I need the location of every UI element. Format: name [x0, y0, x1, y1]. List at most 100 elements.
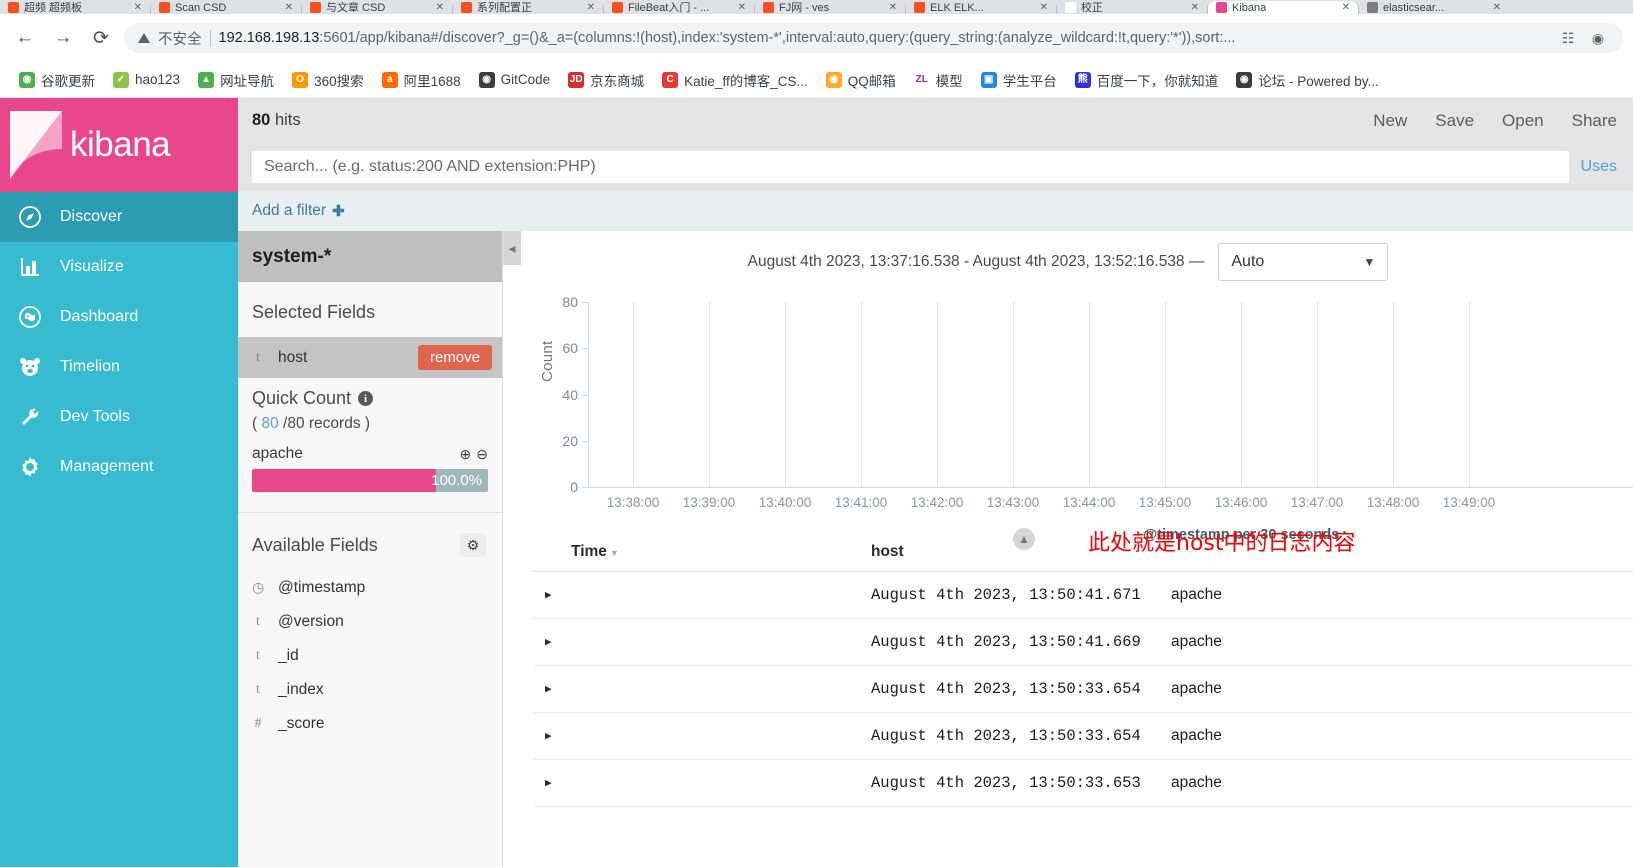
bookmark-item[interactable]: ▣ 学生平台 [972, 67, 1066, 93]
available-field-row[interactable]: t _id [238, 639, 502, 673]
magnify-minus-icon[interactable]: ⊖ [476, 446, 488, 463]
close-icon[interactable]: ✕ [1342, 2, 1350, 13]
tab-favicon-icon [1216, 2, 1227, 13]
bookmark-label: 谷歌更新 [41, 73, 95, 89]
bookmark-item[interactable]: ◉ GitCode [470, 69, 560, 91]
bookmark-item[interactable]: ◉ QQ邮箱 [817, 67, 905, 93]
translate-icon[interactable]: ☷ [1557, 27, 1579, 49]
save-button[interactable]: Save [1435, 111, 1474, 131]
bookmark-item[interactable]: ▲ 网址导航 [189, 67, 283, 93]
sidebar-item-dashboard[interactable]: Dashboard [0, 292, 238, 342]
share-button[interactable]: Share [1572, 111, 1617, 131]
extension-icon[interactable]: ◉ [1587, 27, 1609, 49]
expand-row-caret-icon[interactable]: ▶ [533, 759, 871, 807]
y-axis-tick-label: 40 [562, 386, 578, 403]
reload-icon[interactable]: ⟳ [86, 23, 116, 53]
browser-tab[interactable]: 超频 超频板 ✕ [0, 1, 150, 14]
bucket-percent-label: 100.0% [431, 472, 482, 489]
close-icon[interactable]: ✕ [889, 2, 897, 13]
sidebar-item-timelion[interactable]: Timelion [0, 342, 238, 392]
bookmark-label: 模型 [935, 73, 963, 89]
bookmark-item[interactable]: ◉ 谷歌更新 [10, 67, 104, 93]
close-icon[interactable]: ✕ [134, 2, 142, 13]
available-field-row[interactable]: ◷ @timestamp [238, 571, 502, 605]
close-icon[interactable]: ✕ [587, 2, 595, 13]
available-field-row[interactable]: # _score [238, 707, 502, 741]
forward-arrow-icon[interactable]: → [48, 23, 78, 53]
chevron-up-icon[interactable]: ▲ [1013, 528, 1035, 550]
table-row[interactable]: ▶ August 4th 2023, 13:50:33.654 apache [533, 712, 1633, 760]
expand-row-caret-icon[interactable]: ▶ [533, 665, 871, 713]
hao123-icon: ✓ [113, 71, 129, 88]
available-field-row[interactable]: t @version [238, 605, 502, 639]
hits-count: 80 hits [252, 111, 301, 130]
sidebar-item-dev-tools[interactable]: Dev Tools [0, 392, 238, 442]
browser-tab[interactable]: Kibana ✕ [1208, 1, 1358, 14]
doc-table-head: Time ▾ host [533, 537, 1633, 572]
close-icon[interactable]: ✕ [1040, 2, 1048, 13]
table-row[interactable]: ▶ August 4th 2023, 13:50:41.671 apache [533, 571, 1633, 619]
close-icon[interactable]: ✕ [436, 2, 444, 13]
browser-tab[interactable]: 系列配置正 ✕ [453, 1, 603, 14]
expand-row-caret-icon[interactable]: ▶ [533, 618, 871, 666]
table-row[interactable]: ▶ August 4th 2023, 13:50:33.654 apache [533, 665, 1633, 713]
x-axis-grid-line [1165, 302, 1166, 487]
address-bar[interactable]: 不安全 192.168.198.13:5601/app/kibana#/disc… [124, 23, 1623, 53]
selected-field-row[interactable]: t host remove [238, 337, 502, 378]
available-field-row[interactable]: t _index [238, 673, 502, 707]
uses-link[interactable]: Uses [1581, 158, 1617, 176]
open-button[interactable]: Open [1502, 111, 1544, 131]
magnify-plus-icon[interactable]: ⊕ [460, 446, 472, 463]
forum-icon: ◉ [1236, 71, 1253, 88]
bookmark-label: QQ邮箱 [847, 73, 896, 89]
bookmark-item[interactable]: O 360搜索 [283, 67, 373, 93]
sidebar-item-management[interactable]: Management [0, 442, 238, 492]
close-icon[interactable]: ✕ [738, 2, 746, 13]
browser-tab[interactable]: 校正 ✕ [1057, 1, 1207, 14]
gear-icon[interactable]: ⚙ [460, 533, 486, 557]
new-button[interactable]: New [1373, 111, 1407, 131]
table-row[interactable]: ▶ August 4th 2023, 13:50:33.653 apache [533, 759, 1633, 807]
bookmark-item[interactable]: ✓ hao123 [104, 69, 189, 91]
info-icon[interactable]: i [358, 391, 374, 406]
chevron-left-icon[interactable]: ◂ [503, 231, 521, 265]
browser-tab[interactable]: 与文章 CSD ✕ [302, 1, 452, 14]
sort-caret-icon[interactable]: ▾ [612, 548, 617, 559]
browser-tab[interactable]: elasticsear... ✕ [1359, 1, 1509, 14]
expand-row-caret-icon[interactable]: ▶ [533, 712, 871, 760]
bookmark-item[interactable]: JD 京东商城 [559, 67, 653, 93]
close-icon[interactable]: ✕ [1493, 2, 1501, 13]
bookmark-item[interactable]: a 阿里1688 [373, 67, 470, 93]
index-pattern-selector[interactable]: system-* [238, 231, 502, 282]
sidebar-item-label: Visualize [60, 258, 124, 275]
close-icon[interactable]: ✕ [1191, 2, 1199, 13]
back-arrow-icon[interactable]: ← [10, 23, 40, 53]
x-axis-grid-line [709, 302, 710, 487]
expand-row-caret-icon[interactable]: ▶ [533, 571, 871, 619]
search-input[interactable] [252, 151, 1569, 183]
browser-tab[interactable]: FJ网 - ves ✕ [755, 1, 905, 14]
bookmark-item[interactable]: C Katie_ff的博客_CS... [653, 67, 817, 93]
bookmark-item[interactable]: 熊百度一下，你就知道 [1066, 67, 1228, 93]
browser-tab[interactable]: Scan CSD ✕ [151, 1, 301, 14]
quick-count-section: Quick Count i ( 80 /80 records ) [238, 378, 502, 437]
field-name: host [278, 348, 308, 366]
sidebar-item-discover[interactable]: Discover [0, 192, 238, 242]
browser-nav-bar: ← → ⟳ 不安全 192.168.198.13:5601/app/kibana… [0, 14, 1633, 62]
close-icon[interactable]: ✕ [285, 2, 293, 13]
add-filter-button[interactable]: Add a filter ✚ [252, 202, 345, 220]
tab-favicon-icon [461, 2, 472, 13]
sidebar-item-visualize[interactable]: Visualize [0, 242, 238, 292]
interval-select[interactable]: Auto ▼ [1218, 243, 1389, 281]
browser-tab[interactable]: FileBeat入门 - ... ✕ [604, 1, 754, 14]
time-range-label[interactable]: August 4th 2023, 13:37:16.538 - August 4… [748, 253, 1205, 271]
tab-title: FileBeat入门 - ... [628, 1, 710, 14]
bookmark-item[interactable]: ◉ 论坛 - Powered by... [1227, 67, 1388, 93]
bookmark-item[interactable]: ZL 模型 [905, 67, 972, 93]
doc-table-column-header[interactable]: Time ▾ [533, 537, 871, 572]
url-text: 192.168.198.13:5601/app/kibana#/discover… [219, 30, 1550, 46]
quick-count-title: Quick Count i [252, 388, 488, 409]
browser-tab[interactable]: ELK ELK... ✕ [906, 1, 1056, 14]
remove-field-button[interactable]: remove [417, 345, 492, 370]
table-row[interactable]: ▶ August 4th 2023, 13:50:41.669 apache [533, 618, 1633, 666]
